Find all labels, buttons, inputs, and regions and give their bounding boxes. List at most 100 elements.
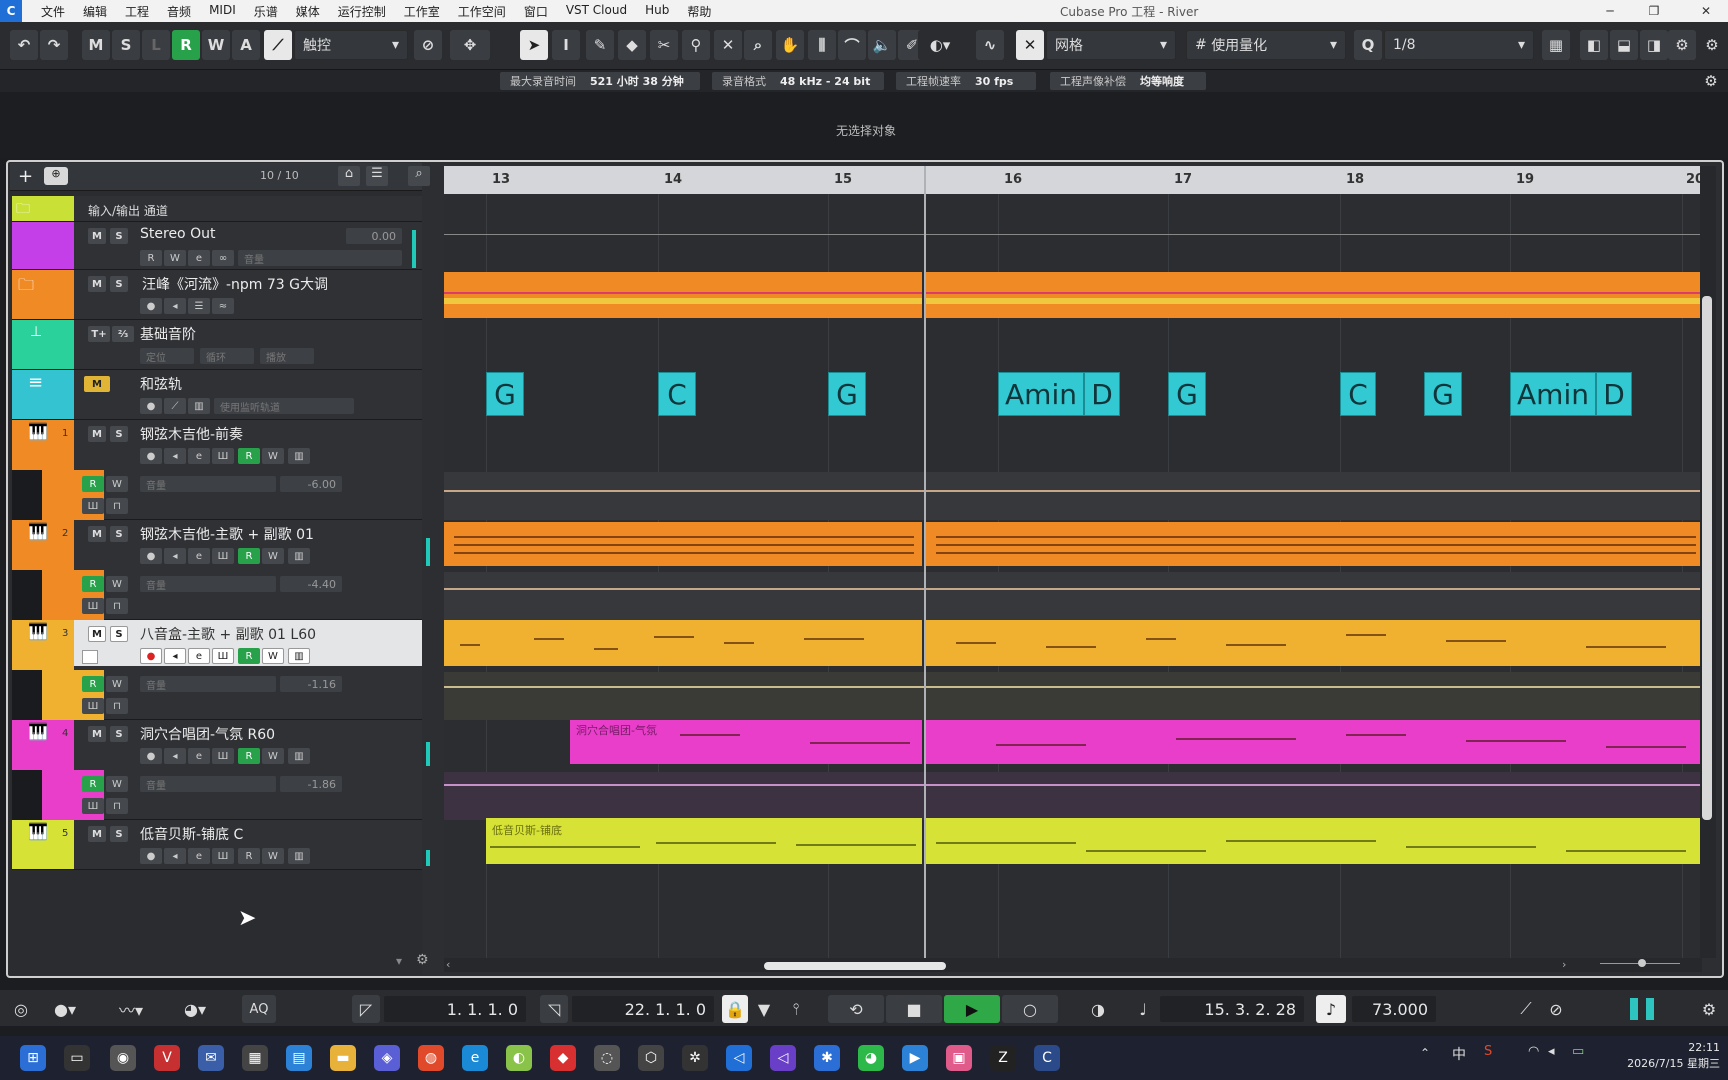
listen-button[interactable]: L — [142, 30, 170, 60]
edge-icon[interactable]: e — [462, 1045, 488, 1071]
automation-lane[interactable] — [444, 472, 1702, 520]
track-scale[interactable]: ⊥ T+ ⅔ 基础音阶 定位 循环 播放 — [12, 320, 422, 370]
midi-part-bass[interactable] — [926, 818, 1702, 864]
volume-value[interactable]: 0.00 — [346, 228, 402, 244]
tracklist-settings-gear-icon[interactable]: ⚙ — [416, 952, 429, 968]
automation-read-button[interactable]: R — [82, 776, 104, 792]
punch-in-icon[interactable]: ⫯ — [784, 995, 808, 1023]
right-locator-display[interactable]: 22. 1. 1. 0 — [572, 996, 714, 1022]
cubase-taskbar-icon[interactable]: C — [1034, 1045, 1060, 1071]
cycle-button[interactable]: 循环 — [200, 348, 254, 364]
write-button[interactable]: W — [262, 448, 284, 464]
read-button[interactable]: R — [238, 848, 260, 864]
write-button[interactable]: W — [262, 748, 284, 764]
track-cave-choir[interactable]: 🎹 4 M S 洞穴合唱团-气氛 R60 ● ◂ e Ш R W ▥ R W 音量… — [12, 720, 430, 820]
volume-fader[interactable]: 音量 — [238, 250, 402, 266]
snap-curve-icon[interactable]: ∿ — [976, 30, 1004, 60]
left-locator-display[interactable]: 1. 1. 1. 0 — [384, 996, 526, 1022]
tray-app-icon[interactable]: S — [1484, 1044, 1492, 1059]
auto-scroll-icon[interactable]: ✥ — [450, 30, 490, 60]
cycle-button[interactable]: ⟲ — [828, 995, 884, 1023]
read-button[interactable]: R — [238, 448, 260, 464]
maximize-button[interactable]: ❐ — [1632, 0, 1676, 22]
tray-chevron-icon[interactable]: ⌃ — [1420, 1046, 1430, 1060]
file-explorer-icon[interactable]: ▬ — [330, 1045, 356, 1071]
close-button[interactable]: ✕ — [1684, 0, 1728, 22]
mute-button[interactable]: M — [88, 426, 106, 442]
edit-channel-icon[interactable]: e — [188, 250, 210, 266]
system-clock[interactable]: 22:11 2026/7/15 星期三 — [1620, 1040, 1720, 1072]
battery-icon[interactable]: ▭ — [1572, 1044, 1584, 1059]
chord-event[interactable]: C — [658, 372, 696, 416]
midi-part[interactable] — [444, 522, 922, 566]
volume-value[interactable]: -4.40 — [280, 576, 342, 592]
volume-automation[interactable]: 音量 — [140, 576, 276, 592]
edit-channel-icon[interactable]: e — [188, 648, 210, 664]
edit-channel-icon[interactable]: e — [188, 548, 210, 564]
folder-part[interactable] — [926, 272, 1702, 318]
snap-toggle-icon[interactable]: ✕ — [1016, 30, 1044, 60]
midi-part-choir[interactable] — [926, 720, 1702, 764]
draw-tool-icon[interactable]: ✎ — [586, 30, 614, 60]
app-red-icon[interactable]: ◆ — [550, 1045, 576, 1071]
transpose-icon[interactable]: T+ — [88, 326, 110, 342]
chord-event[interactable]: C — [1340, 372, 1376, 416]
menu-workspaces[interactable]: 工作空间 — [449, 3, 515, 20]
volume-value[interactable]: -1.16 — [280, 676, 342, 692]
app-circle-icon[interactable]: ◌ — [594, 1045, 620, 1071]
left-zone-icon[interactable]: ◧ — [1580, 30, 1608, 60]
menu-help[interactable]: 帮助 — [678, 3, 720, 20]
record-mode-icon[interactable]: ●▾ — [40, 995, 90, 1023]
record-format[interactable]: 录音格式 48 kHz - 24 bit — [712, 72, 884, 90]
signature-icon[interactable]: ⅔ — [112, 326, 134, 342]
quantize-type-select[interactable]: # 使用量化 ▾ — [1186, 30, 1346, 60]
project-cursor[interactable] — [924, 166, 926, 958]
track-acoustic-guitar-intro[interactable]: 🎹 1 M S 钢弦木吉他-前奏 ● ◂ e Ш R W ▥ R W 音量 -6.… — [12, 420, 422, 520]
write-automation-button[interactable]: W — [202, 30, 230, 60]
track-acoustic-guitar-verse-chorus[interactable]: 🎹 2 M S 钢弦木吉他-主歌 + 副歌 01 ● ◂ e Ш R W ▥ R … — [12, 520, 430, 620]
automation-write-button[interactable]: W — [106, 776, 128, 792]
zoom-slider[interactable] — [1600, 958, 1680, 968]
lock-icon[interactable]: ⊓ — [106, 598, 128, 614]
monitor-button[interactable]: ◂ — [164, 648, 186, 664]
record-enable-button[interactable]: ● — [140, 398, 162, 414]
horizontal-scrollbar[interactable] — [444, 958, 1702, 972]
automation-mode-select[interactable]: 触控 ▾ — [294, 30, 408, 60]
track-stereo-out[interactable]: M S Stereo Out 0.00 R W e ∞ 音量 — [12, 222, 422, 270]
mute-tool-icon[interactable]: ✕ — [714, 30, 742, 60]
position-display[interactable]: 15. 3. 2. 28 — [1160, 996, 1304, 1022]
record-enable-button[interactable]: ● — [140, 298, 162, 314]
automation-read-button[interactable]: R — [82, 476, 104, 492]
app-z-icon[interactable]: Z — [990, 1045, 1016, 1071]
add-folder-icon[interactable]: ⊕ — [44, 167, 68, 185]
automation-lane[interactable] — [444, 772, 1702, 820]
instrument-edit-icon[interactable]: Ш — [212, 548, 234, 564]
store-icon[interactable]: ▤ — [286, 1045, 312, 1071]
erase-tool-icon[interactable]: ◆ — [618, 30, 646, 60]
solo-button[interactable]: S — [110, 626, 128, 642]
mute-button[interactable]: M — [88, 726, 106, 742]
show-lanes-icon[interactable]: Ш — [82, 598, 104, 614]
link-icon[interactable]: ∞ — [212, 250, 234, 266]
vertical-scroll-thumb[interactable] — [1702, 296, 1712, 820]
mute-button[interactable]: M — [88, 826, 106, 842]
track-chord[interactable]: ≡ M 和弦轨 ● ⟋ ▥ 使用监听轨道 — [12, 370, 422, 420]
record-enable-button[interactable]: ● — [140, 448, 162, 464]
menu-midi[interactable]: MIDI — [200, 3, 245, 20]
midi-part[interactable] — [444, 620, 922, 666]
lock-icon[interactable]: ⊓ — [106, 798, 128, 814]
record-enable-button[interactable]: ● — [140, 648, 162, 664]
left-locator-icon[interactable]: ◸ — [352, 995, 380, 1023]
wifi-icon[interactable]: ◠ — [1528, 1044, 1539, 1059]
automation-write-button[interactable]: W — [106, 576, 128, 592]
windows-start-icon[interactable]: ⊞ — [20, 1045, 46, 1071]
quantize-value-select[interactable]: 1/8 ▾ — [1384, 30, 1534, 60]
settings-gear-icon[interactable]: ⚙ — [1698, 30, 1726, 60]
keyboard-icon[interactable]: ▦ — [1542, 30, 1570, 60]
frame-rate[interactable]: 工程帧速率 30 fps — [896, 72, 1036, 90]
split-tool-icon[interactable]: ✂ — [650, 30, 678, 60]
vscode-icon[interactable]: ◁ — [726, 1045, 752, 1071]
automation-write-button[interactable]: W — [106, 476, 128, 492]
setup-window-icon[interactable]: ⚙ — [1668, 30, 1696, 60]
add-track-icon[interactable]: + — [18, 166, 33, 187]
